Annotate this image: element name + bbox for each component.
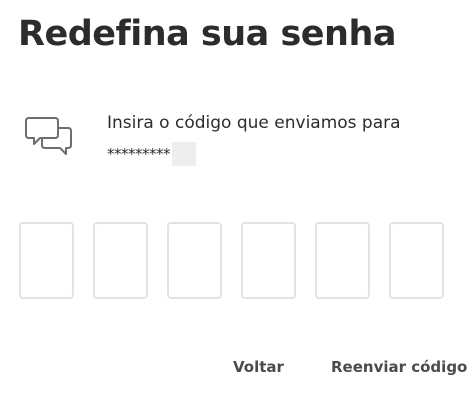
page-title: Redefina sua senha [18, 14, 397, 54]
reset-password-page: Redefina sua senha Insira o código que e… [0, 0, 476, 401]
code-digit-5[interactable] [315, 222, 370, 299]
resend-code-button[interactable]: Reenviar código [331, 358, 467, 376]
code-digit-3[interactable] [167, 222, 222, 299]
back-button[interactable]: Voltar [233, 358, 284, 376]
chat-bubbles-icon [25, 117, 72, 155]
code-input-group [19, 222, 476, 299]
masked-destination: ********* [107, 142, 196, 166]
code-digit-2[interactable] [93, 222, 148, 299]
masked-destination-text: ********* [107, 145, 171, 163]
redacted-area [172, 142, 196, 166]
code-digit-4[interactable] [241, 222, 296, 299]
instruction-text: Insira o código que enviamos para [107, 113, 401, 133]
code-digit-6[interactable] [389, 222, 444, 299]
code-digit-1[interactable] [19, 222, 74, 299]
